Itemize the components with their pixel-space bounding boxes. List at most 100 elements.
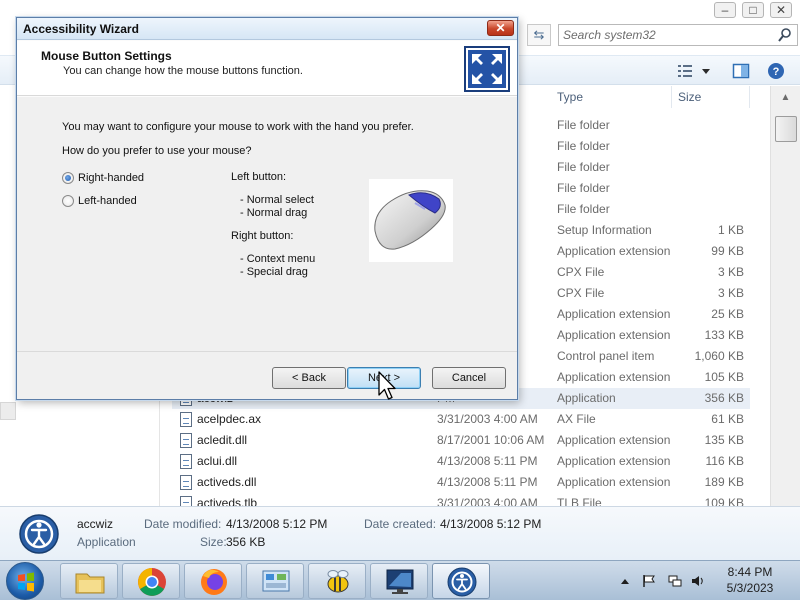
details-name: accwiz [77, 517, 114, 531]
file-size: 189 KB [704, 475, 744, 489]
details-size-label: Size: [200, 535, 227, 549]
wizard-header: Mouse Button Settings You can change how… [17, 41, 517, 96]
refresh-button[interactable]: ⇆ [527, 24, 551, 46]
right-button-item: - Context menu [240, 253, 316, 265]
wizard-intro-text: You may want to configure your mouse to … [62, 121, 414, 133]
scroll-thumb[interactable] [775, 116, 797, 142]
action-center-flag-icon[interactable] [642, 574, 656, 588]
folder-icon [75, 573, 105, 594]
taskbar-chrome-button[interactable] [122, 563, 180, 599]
file-row[interactable]: aclui.dll 4/13/2008 5:11 PM Application ex… [172, 451, 750, 472]
file-name: activeds.dll [197, 475, 257, 489]
search-input[interactable] [563, 27, 773, 43]
file-size: 356 KB [704, 391, 744, 405]
file-icon [180, 412, 192, 427]
clock-time: 8:44 PM [727, 565, 773, 579]
file-row[interactable]: acelpdec.ax 3/31/2003 4:00 AM AX File 61 KB [172, 409, 750, 430]
control-panel-icon [262, 570, 290, 592]
taskbar-firefox-button[interactable] [184, 563, 242, 599]
file-icon [180, 433, 192, 448]
file-type: CPX File [557, 265, 605, 279]
file-date-modified: 4/13/2008 5:11 PM [437, 454, 538, 468]
file-size: 135 KB [704, 433, 744, 447]
details-modified-value: 4/13/2008 5:12 PM [226, 517, 328, 531]
vertical-scrollbar[interactable]: ▲ [770, 86, 800, 506]
file-type: Application extension [557, 433, 671, 447]
help-icon[interactable]: ? [767, 62, 785, 80]
left-handed-label[interactable]: Left-handed [78, 195, 137, 207]
left-button-item: - Normal drag [240, 207, 308, 219]
file-name: aclui.dll [197, 454, 238, 468]
accessibility-wizard-dialog: Accessibility Wizard ✕ Mouse Button Sett… [16, 17, 518, 400]
search-icon[interactable] [777, 27, 793, 43]
chevron-down-icon[interactable] [700, 62, 712, 80]
wizard-titlebar[interactable]: Accessibility Wizard ✕ [17, 18, 517, 40]
file-type: File folder [557, 118, 610, 132]
details-created-label: Date created: [364, 517, 437, 531]
taskbar-app-button[interactable] [308, 563, 366, 599]
file-type: Application extension [557, 328, 671, 342]
mouse-pointer-icon [378, 371, 396, 400]
column-header-type[interactable]: Type [551, 86, 672, 108]
file-size: 3 KB [717, 265, 744, 279]
system-clock[interactable]: 8:44 PM 5/3/2023 [710, 564, 790, 596]
details-kind: Application [77, 535, 136, 549]
file-date-modified: 4/13/2008 5:11 PM [437, 475, 538, 489]
wizard-question-text: How do you prefer to use your mouse? [62, 145, 252, 157]
search-box[interactable] [558, 24, 798, 46]
file-row[interactable]: activeds.dll 4/13/2008 5:11 PM Application… [172, 472, 750, 493]
file-icon [180, 454, 192, 469]
right-handed-radio[interactable] [62, 172, 74, 184]
file-type: File folder [557, 160, 610, 174]
wizard-step-subtitle: You can change how the mouse buttons fun… [63, 65, 303, 77]
file-size: 105 KB [704, 370, 744, 384]
taskbar-explorer-button[interactable] [60, 563, 118, 599]
file-type: Application extension [557, 307, 671, 321]
show-hidden-icons-arrow-icon[interactable] [620, 574, 630, 588]
taskbar-accessibility-wizard-button[interactable] [432, 563, 490, 599]
file-name: acelpdec.ax [197, 412, 262, 426]
volume-icon[interactable] [691, 574, 705, 588]
wizard-body: You may want to configure your mouse to … [17, 97, 517, 351]
file-type: Application extension [557, 454, 671, 468]
mouse-illustration [369, 179, 453, 262]
maximize-button[interactable]: □ [742, 2, 764, 18]
file-type: Application extension [557, 475, 671, 489]
file-type: Application extension [557, 370, 671, 384]
file-size: 1 KB [717, 223, 744, 237]
right-handed-label[interactable]: Right-handed [78, 172, 144, 184]
view-options-icon[interactable] [676, 62, 694, 80]
file-row[interactable]: acledit.dll 8/17/2001 10:06 AM Application… [172, 430, 750, 451]
file-type: Application extension [557, 244, 671, 258]
column-header-size[interactable]: Size [672, 86, 750, 108]
network-icon[interactable] [668, 574, 682, 588]
scroll-up-arrow-icon[interactable]: ▲ [771, 86, 800, 110]
back-button[interactable]: < Back [272, 367, 346, 389]
taskbar-control-panel-button[interactable] [246, 563, 304, 599]
taskbar-display-button[interactable] [370, 563, 428, 599]
close-button[interactable]: ✕ [770, 2, 792, 18]
wizard-expand-arrows-icon [464, 46, 510, 92]
left-button-heading: Left button: [231, 171, 287, 183]
cancel-button[interactable]: Cancel [432, 367, 506, 389]
file-size: 25 KB [711, 307, 744, 321]
left-handed-radio[interactable] [62, 195, 74, 207]
chrome-icon [138, 568, 166, 596]
file-date-modified: 8/17/2001 10:06 AM [437, 433, 545, 447]
file-type: CPX File [557, 286, 605, 300]
wizard-title: Accessibility Wizard [23, 22, 139, 36]
minimize-button[interactable]: – [714, 2, 736, 18]
taskbar: 8:44 PM 5/3/2023 [0, 560, 800, 600]
file-type: File folder [557, 139, 610, 153]
wizard-footer: < Back Next > Cancel [17, 351, 517, 399]
preview-pane-icon[interactable] [732, 62, 750, 80]
start-button[interactable] [6, 562, 44, 600]
clock-date: 5/3/2023 [726, 581, 774, 595]
svg-text:?: ? [773, 66, 780, 78]
wizard-close-button[interactable]: ✕ [487, 20, 514, 36]
file-size: 133 KB [704, 328, 744, 342]
file-size: 3 KB [717, 286, 744, 300]
file-type: Control panel item [557, 349, 655, 363]
accessibility-icon [447, 567, 477, 597]
navigation-pane-item[interactable] [0, 402, 16, 420]
